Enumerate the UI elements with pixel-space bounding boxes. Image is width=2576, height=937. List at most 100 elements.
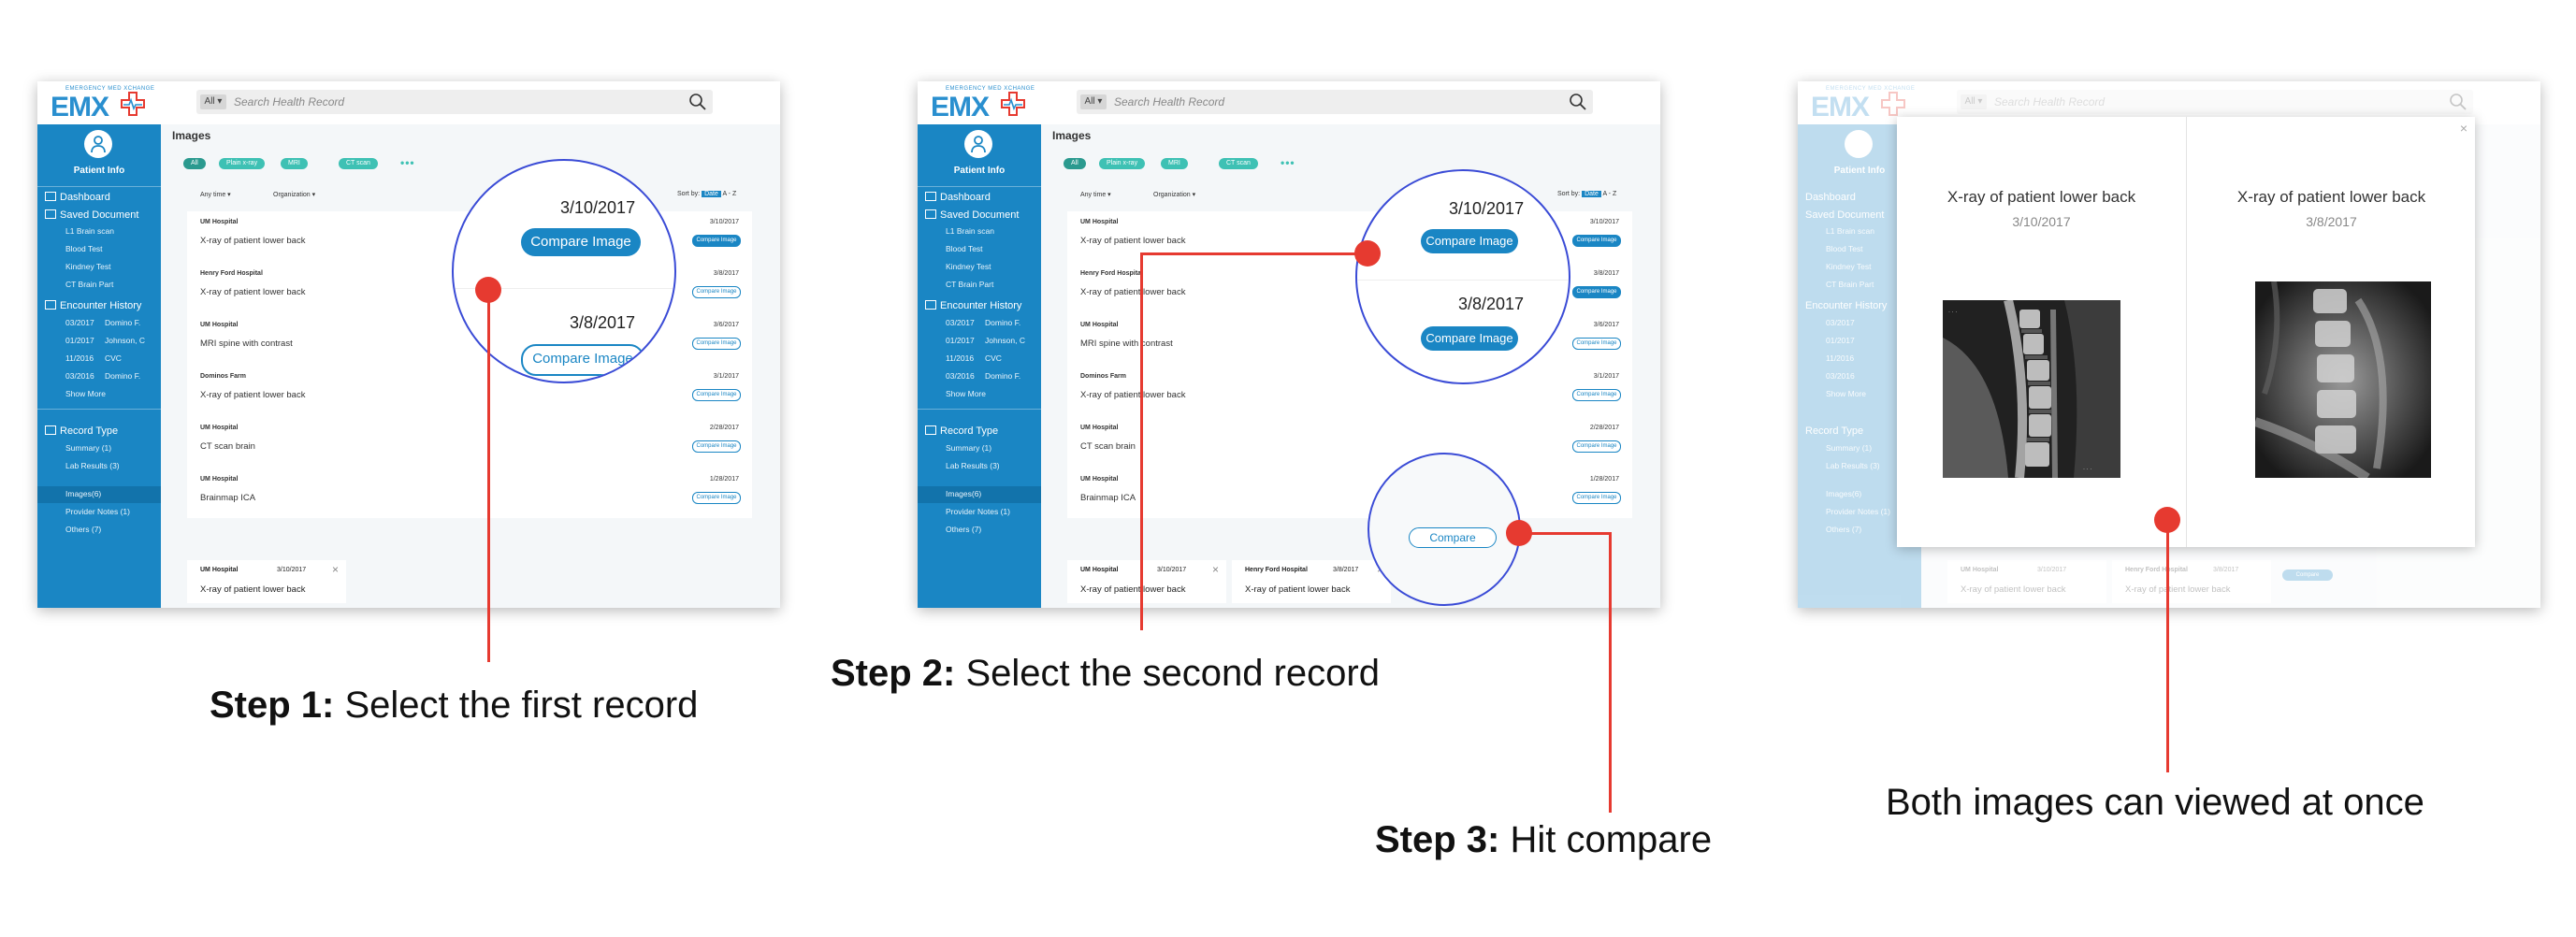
divider: [918, 409, 1041, 410]
patient-avatar-icon[interactable]: [84, 130, 112, 158]
saved-item[interactable]: Kindney Test: [65, 262, 111, 271]
medical-cross-icon: [121, 92, 145, 116]
compare-image-button[interactable]: Compare Image: [692, 235, 741, 247]
more-filters-icon[interactable]: •••: [1281, 157, 1295, 168]
compare-image-button[interactable]: Compare Image: [1572, 286, 1621, 298]
compare-image-button[interactable]: Compare Image: [692, 389, 741, 401]
encounter-item[interactable]: 03/2016 Domino F.: [946, 371, 1020, 381]
filter-pill-ct-scan[interactable]: CT scan: [339, 158, 378, 169]
close-icon[interactable]: ×: [332, 563, 339, 576]
filter-pill-mri[interactable]: MRI: [1161, 158, 1188, 169]
sidebar-item-record-type[interactable]: Record Type: [925, 425, 998, 437]
compare-image-button-zoomed[interactable]: Compare Image: [521, 228, 641, 256]
patient-info-label[interactable]: Patient Info: [918, 166, 1041, 176]
filter-pill-plain-xray[interactable]: Plain x-ray: [1099, 158, 1146, 169]
compare-button[interactable]: Compare: [1409, 527, 1497, 548]
sort-control[interactable]: Sort by: Date A - Z: [1557, 191, 1616, 197]
sidebar-item-record-type[interactable]: Record Type: [45, 425, 118, 437]
patient-info-label[interactable]: Patient Info: [37, 166, 161, 176]
filter-pill-mri[interactable]: MRI: [281, 158, 308, 169]
saved-item[interactable]: L1 Brain scan: [946, 226, 994, 236]
sidebar-item-saved-document[interactable]: Saved Document: [45, 209, 138, 221]
xray-lumbar-spine-image[interactable]: [2255, 281, 2431, 478]
sort-control[interactable]: Sort by: Date A - Z: [677, 191, 736, 197]
sidebar-item-dashboard[interactable]: Dashboard: [45, 192, 110, 203]
saved-item[interactable]: Blood Test: [65, 244, 103, 253]
emx-logo: EMERGENCY MED XCHANGE EMX: [931, 86, 1035, 123]
search-scope-dropdown[interactable]: All ▾: [200, 94, 226, 109]
close-icon[interactable]: ×: [1212, 563, 1219, 576]
saved-item[interactable]: Blood Test: [946, 244, 983, 253]
compare-image-button-zoomed[interactable]: Compare Image: [521, 344, 644, 376]
compare-image-button[interactable]: Compare Image: [1572, 389, 1621, 401]
compare-image-button[interactable]: Compare Image: [692, 338, 741, 350]
encounter-item[interactable]: 03/2016 Domino F.: [65, 371, 140, 381]
svg-text:· · ·: · · ·: [1948, 310, 1957, 315]
patient-avatar-icon[interactable]: [964, 130, 992, 158]
show-more-link[interactable]: Show More: [946, 389, 986, 398]
encounter-item: 11/2016: [1826, 353, 1855, 363]
compare-image-button-zoomed[interactable]: Compare Image: [1421, 326, 1518, 351]
search-bar[interactable]: All ▾ Search Health Record: [196, 90, 713, 114]
saved-item[interactable]: L1 Brain scan: [65, 226, 114, 236]
record-type-item[interactable]: Others (7): [946, 525, 981, 534]
filter-organization-dropdown[interactable]: Organization ▾: [1153, 191, 1195, 198]
filter-pill-all[interactable]: All: [183, 158, 206, 169]
filter-time-dropdown[interactable]: Any time ▾: [1080, 191, 1111, 198]
saved-item[interactable]: CT Brain Part: [946, 280, 993, 289]
search-icon[interactable]: [1569, 93, 1587, 111]
filter-pill-plain-xray[interactable]: Plain x-ray: [219, 158, 266, 169]
record-type-item[interactable]: Lab Results (3): [65, 461, 120, 470]
record-type-item[interactable]: Provider Notes (1): [946, 507, 1010, 516]
close-icon[interactable]: ×: [2460, 121, 2467, 136]
encounter-item[interactable]: 11/2016 CVC: [65, 353, 122, 363]
search-input[interactable]: Search Health Record: [234, 95, 344, 108]
selected-record-card[interactable]: UM Hospital 3/10/2017 × X-ray of patient lo…: [187, 560, 346, 603]
mri-lumbar-spine-image[interactable]: · · · · · ·: [1943, 300, 2120, 478]
sidebar-item-saved-document[interactable]: Saved Document: [925, 209, 1019, 221]
record-type-item-images[interactable]: Images(6): [946, 489, 981, 498]
selected-record-card[interactable]: UM Hospital 3/10/2017 × X-ray of patient lo…: [1067, 560, 1226, 603]
encounter-item[interactable]: 01/2017 Johnson, C: [946, 336, 1025, 345]
record-type-item-images[interactable]: Images(6): [65, 489, 101, 498]
filter-organization-dropdown[interactable]: Organization ▾: [273, 191, 315, 198]
encounter-item[interactable]: 11/2016 CVC: [946, 353, 1002, 363]
compare-image-button[interactable]: Compare Image: [692, 492, 741, 504]
encounter-item[interactable]: 03/2017 Domino F.: [946, 318, 1020, 327]
encounter-item[interactable]: 03/2017 Domino F.: [65, 318, 140, 327]
search-icon: [2450, 94, 2467, 110]
saved-item[interactable]: CT Brain Part: [65, 280, 113, 289]
search-icon[interactable]: [688, 93, 707, 111]
compare-image-button[interactable]: Compare Image: [1572, 440, 1621, 453]
search-scope-dropdown: All ▾: [1961, 94, 1987, 109]
record-type-item[interactable]: Summary (1): [946, 443, 991, 453]
filter-time-dropdown[interactable]: Any time ▾: [200, 191, 231, 198]
magnifier-callout: 3/10/2017 Compare Image 3/8/2017 Compare…: [1355, 169, 1570, 384]
compare-image-button[interactable]: Compare Image: [1572, 492, 1621, 504]
record-type-item[interactable]: Provider Notes (1): [65, 507, 130, 516]
search-scope-dropdown[interactable]: All ▾: [1080, 94, 1107, 109]
compare-image-button[interactable]: Compare Image: [692, 440, 741, 453]
page-title: Images: [172, 129, 211, 142]
filter-pill-ct-scan[interactable]: CT scan: [1219, 158, 1258, 169]
selected-record-card[interactable]: Henry Ford Hospital3/8/2017×X-ray of pat…: [1232, 560, 1391, 603]
record-type-item[interactable]: Others (7): [65, 525, 101, 534]
sidebar-item-dashboard[interactable]: Dashboard: [925, 192, 991, 203]
search-input[interactable]: Search Health Record: [1114, 95, 1224, 108]
compare-image-button[interactable]: Compare Image: [1572, 235, 1621, 247]
search-bar[interactable]: All ▾ Search Health Record: [1077, 90, 1593, 114]
record-icon: [925, 425, 936, 435]
sidebar-item-encounter-history[interactable]: Encounter History: [925, 300, 1021, 311]
show-more-link[interactable]: Show More: [65, 389, 106, 398]
more-filters-icon[interactable]: •••: [400, 157, 415, 168]
saved-item[interactable]: Kindney Test: [946, 262, 991, 271]
compare-image-button-zoomed[interactable]: Compare Image: [1421, 229, 1518, 253]
filter-pill-all[interactable]: All: [1064, 158, 1086, 169]
dashboard-icon: [925, 192, 936, 201]
record-type-item[interactable]: Lab Results (3): [946, 461, 1000, 470]
compare-image-button[interactable]: Compare Image: [1572, 338, 1621, 350]
record-type-item[interactable]: Summary (1): [65, 443, 111, 453]
sidebar-item-encounter-history[interactable]: Encounter History: [45, 300, 141, 311]
compare-image-button[interactable]: Compare Image: [692, 286, 741, 298]
encounter-item[interactable]: 01/2017 Johnson, C: [65, 336, 145, 345]
